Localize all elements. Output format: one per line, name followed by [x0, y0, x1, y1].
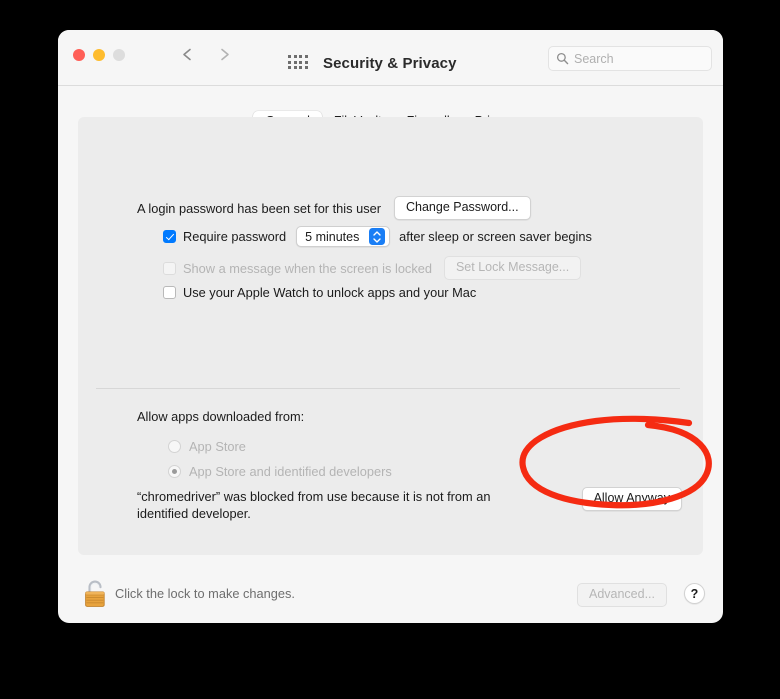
page-title: Security & Privacy: [323, 55, 457, 72]
security-privacy-window: Security & Privacy General FileVault Fir…: [58, 30, 723, 623]
general-settings-panel: A login password has been set for this u…: [78, 117, 703, 555]
lock-message-text: Click the lock to make changes.: [115, 586, 295, 601]
require-password-row: Require password 5 minutes after sleep o…: [163, 226, 592, 247]
allow-apps-heading-row: Allow apps downloaded from:: [137, 409, 304, 424]
allow-option-app-store-row: App Store: [168, 439, 246, 454]
app-store-radio: [168, 440, 181, 453]
require-password-checkbox[interactable]: [163, 230, 176, 243]
zoom-button: [113, 49, 125, 61]
navigation-arrows: [179, 46, 233, 63]
blocked-app-message: “chromedriver” was blocked from use beca…: [137, 488, 507, 522]
search-icon: [556, 52, 569, 65]
app-store-label: App Store: [189, 439, 246, 454]
lock-message-row: Show a message when the screen is locked…: [163, 256, 582, 280]
allow-option-identified-developers-row: App Store and identified developers: [168, 464, 392, 479]
change-password-button[interactable]: Change Password...: [394, 196, 531, 220]
app-store-and-identified-developers-label: App Store and identified developers: [189, 464, 392, 479]
search-input[interactable]: [574, 51, 694, 66]
apple-watch-label: Use your Apple Watch to unlock apps and …: [183, 285, 477, 300]
require-password-delay-popup[interactable]: 5 minutes: [296, 226, 391, 247]
apple-watch-checkbox[interactable]: [163, 286, 176, 299]
chevron-right-icon[interactable]: [216, 46, 233, 63]
section-divider: [96, 388, 680, 389]
set-lock-message-button: Set Lock Message...: [443, 256, 582, 280]
allow-apps-heading: Allow apps downloaded from:: [137, 409, 305, 424]
require-password-delay-value: 5 minutes: [305, 229, 360, 244]
show-lock-message-checkbox: [163, 261, 176, 275]
require-password-suffix: after sleep or screen saver begins: [399, 229, 592, 244]
chevron-left-icon[interactable]: [179, 46, 196, 63]
blocked-app-message-line2: identified developer.: [137, 506, 251, 521]
blocked-app-message-line1: “chromedriver” was blocked from use beca…: [137, 489, 491, 504]
require-password-label: Require password: [183, 229, 287, 244]
show-lock-message-label: Show a message when the screen is locked: [183, 260, 432, 276]
app-store-and-identified-developers-radio: [168, 465, 181, 478]
traffic-light-buttons: [73, 49, 125, 61]
close-button[interactable]: [73, 49, 85, 61]
apple-watch-row: Use your Apple Watch to unlock apps and …: [163, 285, 476, 300]
window-titlebar: Security & Privacy: [58, 30, 723, 86]
screen-background: Security & Privacy General FileVault Fir…: [0, 0, 780, 699]
search-field[interactable]: [548, 46, 712, 71]
stepper-arrows-icon[interactable]: [369, 228, 386, 245]
advanced-button: Advanced...: [576, 583, 667, 607]
minimize-button[interactable]: [93, 49, 105, 61]
allow-anyway-button[interactable]: Allow Anyway: [581, 487, 682, 511]
login-password-row: A login password has been set for this u…: [137, 196, 531, 220]
open-padlock-icon[interactable]: [82, 579, 108, 609]
help-button[interactable]: ?: [684, 583, 705, 604]
show-all-grid-icon[interactable]: [288, 55, 308, 69]
login-password-status: A login password has been set for this u…: [137, 200, 381, 216]
